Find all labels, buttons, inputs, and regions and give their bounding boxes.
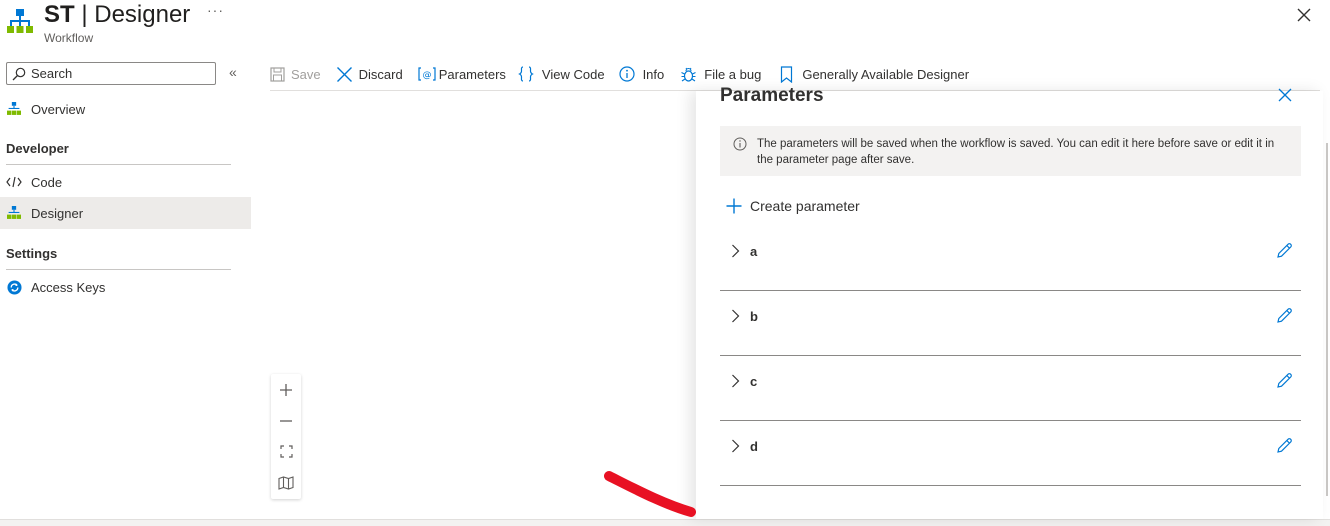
discard-label: Discard xyxy=(358,66,403,82)
designer-toolbar: Save Discard @ Parameters View Code Info xyxy=(270,60,984,88)
info-message-bar: The parameters will be saved when the wo… xyxy=(720,126,1301,176)
workflow-icon xyxy=(7,9,33,33)
info-icon xyxy=(618,66,635,82)
close-icon xyxy=(336,66,352,82)
zoom-out-button[interactable] xyxy=(271,405,301,436)
parameter-row-b[interactable]: b xyxy=(720,291,1301,356)
refresh-key-icon xyxy=(6,279,22,295)
pencil-icon[interactable] xyxy=(1276,437,1293,454)
red-annotation-mark xyxy=(604,471,696,517)
minus-icon xyxy=(280,419,292,422)
more-options-button[interactable]: ··· xyxy=(207,2,224,18)
sidebar-item-overview[interactable]: Overview xyxy=(0,93,251,125)
pencil-icon[interactable] xyxy=(1276,242,1293,259)
svg-text:@: @ xyxy=(422,71,431,81)
create-parameter-label: Create parameter xyxy=(750,198,860,214)
info-label: Info xyxy=(642,66,665,82)
ga-designer-label: Generally Available Designer xyxy=(802,66,970,82)
page-header: ST | Designer Workflow ··· xyxy=(0,0,1330,52)
parameter-name: a xyxy=(750,244,758,259)
horizontal-scrollbar[interactable] xyxy=(0,519,1330,526)
plus-icon xyxy=(280,383,292,396)
info-icon xyxy=(733,137,747,151)
minimap-button[interactable] xyxy=(271,467,301,498)
create-parameter-button[interactable]: Create parameter xyxy=(726,198,860,214)
search-input[interactable] xyxy=(31,66,211,81)
parameters-button[interactable]: @ Parameters xyxy=(418,67,506,82)
sidebar-item-access-keys[interactable]: Access Keys xyxy=(0,271,251,303)
generally-available-designer-button[interactable]: Generally Available Designer xyxy=(780,65,970,83)
parameters-icon: @ xyxy=(418,67,436,81)
info-button[interactable]: Info xyxy=(618,66,665,82)
parameters-label: Parameters xyxy=(438,66,506,82)
pencil-icon[interactable] xyxy=(1276,372,1293,389)
section-settings: Settings xyxy=(6,246,58,261)
fit-view-button[interactable] xyxy=(271,436,301,467)
bookmark-icon xyxy=(781,65,793,83)
sidebar-item-label: Designer xyxy=(31,205,84,221)
search-icon xyxy=(12,67,26,80)
zoom-in-button[interactable] xyxy=(271,374,301,405)
chevron-right-icon[interactable] xyxy=(731,439,740,453)
parameter-name: b xyxy=(750,309,758,324)
parameter-row-a[interactable]: a xyxy=(720,226,1301,291)
chevron-right-icon[interactable] xyxy=(731,309,740,323)
sidebar-item-code[interactable]: Code xyxy=(0,166,251,198)
save-label: Save xyxy=(291,66,321,82)
file-bug-label: File a bug xyxy=(704,66,762,82)
divider xyxy=(6,164,231,165)
code-icon xyxy=(6,174,22,190)
sidebar-item-label: Overview xyxy=(31,101,86,117)
fit-view-icon xyxy=(279,445,293,458)
bug-icon xyxy=(681,67,696,82)
sidebar-item-designer[interactable]: Designer xyxy=(0,197,251,229)
file-bug-button[interactable]: File a bug xyxy=(680,66,761,83)
parameters-panel: Parameters The parameters will be saved … xyxy=(696,85,1323,519)
panel-scrollbar[interactable] xyxy=(1326,143,1328,496)
page-subtitle: Workflow xyxy=(44,31,94,45)
workflow-icon xyxy=(6,205,22,221)
view-code-button[interactable]: View Code xyxy=(518,66,605,82)
close-icon[interactable] xyxy=(1278,88,1292,102)
chevron-right-icon[interactable] xyxy=(731,244,740,258)
view-code-label: View Code xyxy=(541,66,605,82)
collapse-sidebar-button[interactable]: « xyxy=(229,64,237,80)
parameter-name: c xyxy=(750,374,758,389)
plus-icon xyxy=(726,198,742,214)
sidebar-item-label: Code xyxy=(31,174,63,190)
discard-button[interactable]: Discard xyxy=(336,66,403,83)
zoom-controls xyxy=(271,374,301,499)
parameter-row-d[interactable]: d xyxy=(720,421,1301,486)
braces-icon xyxy=(518,66,534,82)
section-developer: Developer xyxy=(6,141,69,156)
save-icon xyxy=(270,66,285,82)
chevron-right-icon[interactable] xyxy=(731,374,740,388)
divider xyxy=(6,269,231,270)
search-box[interactable] xyxy=(6,62,216,85)
parameter-name: d xyxy=(750,439,758,454)
parameter-row-c[interactable]: c xyxy=(720,356,1301,421)
sidebar-item-label: Access Keys xyxy=(31,279,106,295)
close-icon[interactable] xyxy=(1296,7,1312,23)
info-message-text: The parameters will be saved when the wo… xyxy=(757,138,1275,166)
map-icon xyxy=(278,475,294,490)
save-button[interactable]: Save xyxy=(270,67,321,82)
pencil-icon[interactable] xyxy=(1276,307,1293,324)
page-title: ST | Designer xyxy=(44,1,191,28)
workflow-icon xyxy=(6,101,22,117)
panel-title: Parameters xyxy=(720,85,824,106)
